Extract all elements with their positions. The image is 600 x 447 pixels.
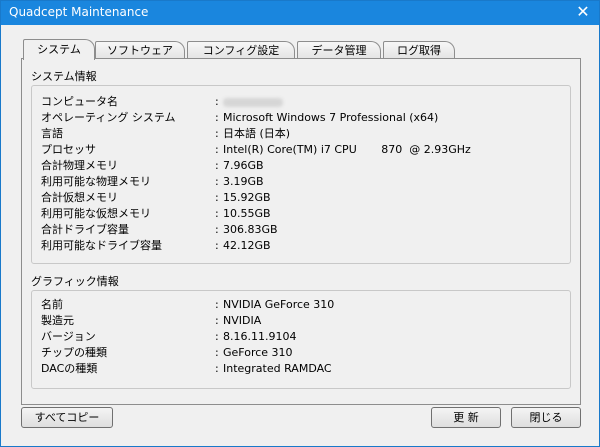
info-label: 製造元 [41,314,74,327]
tab-config[interactable]: コンフィグ設定 [187,41,295,59]
info-label: 利用可能な仮想メモリ [41,207,151,220]
info-label: DACの種類 [41,362,98,375]
info-value: 3.19GB [223,175,264,188]
tab-system[interactable]: システム [23,39,95,60]
system-info-group: コンピュータ名 : オペレーティング システム : Microsoft Wind… [31,85,571,264]
info-value: 8.16.11.9104 [223,330,297,343]
info-value: Microsoft Windows 7 Professional (x64) [223,111,439,124]
separator: : [215,143,219,156]
info-label: 利用可能な物理メモリ [41,175,151,188]
refresh-button[interactable]: 更 新 [431,407,501,428]
info-label: 合計物理メモリ [41,159,118,172]
title-bar[interactable]: Quadcept Maintenance ✕ [1,1,599,25]
info-value: Intel(R) Core(TM) i7 CPU 870 @ 2.93GHz [223,143,471,156]
info-label: チップの種類 [41,346,107,359]
info-value: NVIDIA [223,314,262,327]
info-value: NVIDIA GeForce 310 [223,298,335,311]
info-value: Integrated RAMDAC [223,362,332,375]
separator: : [215,223,219,236]
window-title: Quadcept Maintenance [9,5,149,19]
separator: : [215,127,219,140]
separator: : [215,95,219,108]
separator: : [215,330,219,343]
info-label: 合計仮想メモリ [41,191,118,204]
system-tab-panel: システム情報 コンピュータ名 : オペレーティング システム : Microso… [21,58,581,405]
info-label: 言語 [41,127,63,140]
maintenance-window: Quadcept Maintenance ✕ システム ソフトウェア コンフィグ… [0,0,600,447]
info-label: プロセッサ [41,143,96,156]
info-value: 10.55GB [223,207,271,220]
info-value: GeForce 310 [223,346,293,359]
close-button[interactable]: 閉じる [511,407,581,428]
info-label: 利用可能なドライブ容量 [41,239,162,252]
info-label: バージョン [41,330,96,343]
info-label: 名前 [41,298,63,311]
separator: : [215,346,219,359]
info-value: 日本語 (日本) [223,127,291,140]
info-value: 306.83GB [223,223,278,236]
graphics-info-group: 名前 : NVIDIA GeForce 310 製造元 : NVIDIA バージ… [31,290,571,389]
separator: : [215,111,219,124]
tab-data-management[interactable]: データ管理 [297,41,381,59]
tab-log[interactable]: ログ取得 [383,41,455,59]
separator: : [215,362,219,375]
copy-all-button[interactable]: すべてコピー [21,407,113,428]
client-area: システム ソフトウェア コンフィグ設定 データ管理 ログ取得 システム情報 コン… [1,25,599,446]
separator: : [215,191,219,204]
separator: : [215,314,219,327]
graphics-info-heading: グラフィック情報 [31,275,119,288]
separator: : [215,207,219,220]
separator: : [215,175,219,188]
info-value: 15.92GB [223,191,271,204]
tab-software[interactable]: ソフトウェア [95,41,185,59]
separator: : [215,298,219,311]
info-label: オペレーティング システム [41,111,176,124]
info-value: 42.12GB [223,239,271,252]
close-icon[interactable]: ✕ [575,2,591,22]
separator: : [215,159,219,172]
separator: : [215,239,219,252]
info-label: コンピュータ名 [41,95,118,108]
system-info-heading: システム情報 [31,70,97,83]
info-value: 7.96GB [223,159,264,172]
info-label: 合計ドライブ容量 [41,223,129,236]
